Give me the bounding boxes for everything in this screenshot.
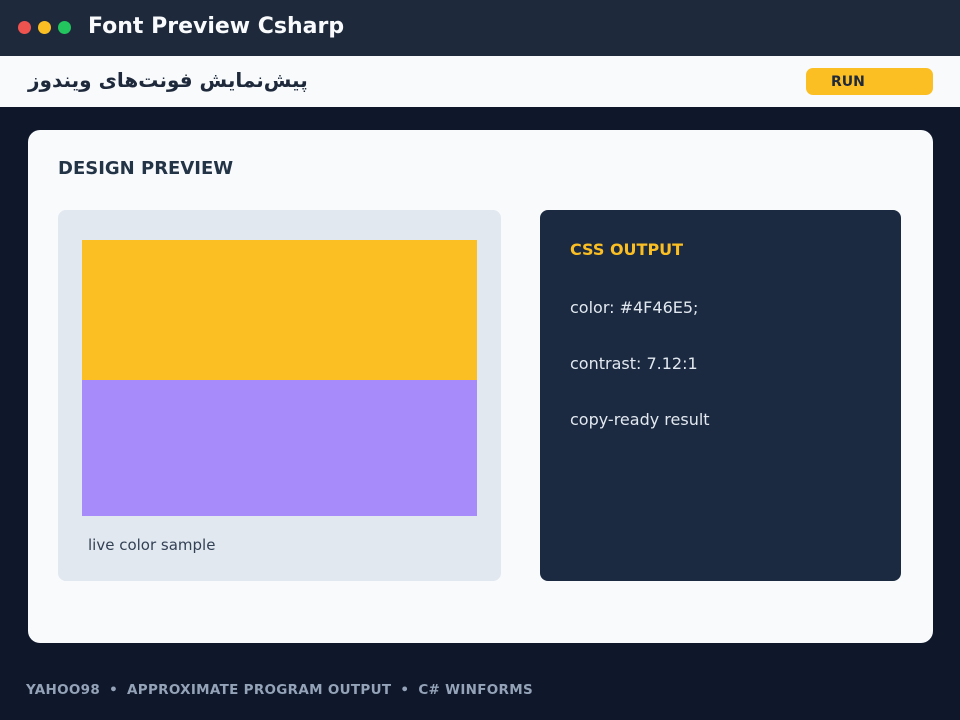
design-preview-card: DESIGN PREVIEW live color sample CSS OUT… <box>28 130 933 643</box>
footer-separator: • <box>109 682 119 698</box>
css-output-panel: CSS OUTPUT color: #4F46E5; contrast: 7.1… <box>540 210 901 581</box>
color-swatch-bottom <box>82 380 477 516</box>
color-swatch-top <box>82 240 477 380</box>
footer: YAHOO98 • APPROXIMATE PROGRAM OUTPUT • C# WI… <box>26 682 533 698</box>
css-output-line: contrast: 7.12:1 <box>570 354 698 373</box>
css-output-line: copy-ready result <box>570 410 710 429</box>
footer-item: APPROXIMATE PROGRAM OUTPUT <box>127 682 392 698</box>
run-button[interactable]: RUN <box>806 68 933 95</box>
toolbar: پیش‌نمایش فونت‌های ویندوز RUN <box>0 56 960 107</box>
color-preview-panel: live color sample <box>58 210 501 581</box>
sample-caption: live color sample <box>88 536 216 554</box>
footer-separator: • <box>400 682 410 698</box>
toolbar-subtitle: پیش‌نمایش فونت‌های ویندوز <box>28 68 308 92</box>
maximize-window-button[interactable] <box>58 21 71 34</box>
close-window-button[interactable] <box>18 21 31 34</box>
minimize-window-button[interactable] <box>38 21 51 34</box>
title-bar: Font Preview Csharp <box>0 0 960 56</box>
css-output-line: color: #4F46E5; <box>570 298 699 317</box>
footer-item: YAHOO98 <box>26 682 101 698</box>
css-output-title: CSS OUTPUT <box>570 240 684 259</box>
app-title: Font Preview Csharp <box>88 14 345 39</box>
section-title: DESIGN PREVIEW <box>58 158 234 179</box>
footer-item: C# WINFORMS <box>418 682 533 698</box>
